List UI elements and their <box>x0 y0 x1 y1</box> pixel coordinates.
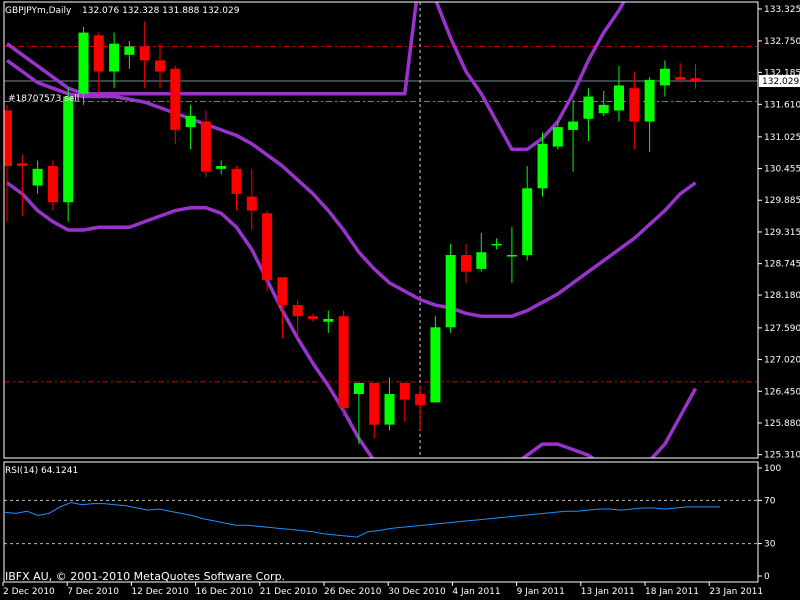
candle-body[interactable] <box>109 43 120 72</box>
time-tick-label: 23 Jan 2011 <box>709 587 763 597</box>
candle-body[interactable] <box>399 382 410 400</box>
price-tick-label: 129.885 <box>764 196 800 206</box>
rsi-tick-label: 70 <box>764 496 776 506</box>
candle-body[interactable] <box>246 196 257 211</box>
candle-body[interactable] <box>522 188 533 256</box>
rsi-line <box>4 502 720 538</box>
time-tick-label: 2 Dec 2010 <box>3 587 55 597</box>
candle-body[interactable] <box>568 121 579 130</box>
time-tick-label: 9 Jan 2011 <box>517 587 565 597</box>
candle-body[interactable] <box>63 96 74 203</box>
price-tick-label: 125.310 <box>764 451 800 461</box>
time-tick-label: 21 Dec 2010 <box>260 587 318 597</box>
price-tick-label: 128.745 <box>764 260 800 270</box>
price-tick-label: 132.750 <box>764 37 800 47</box>
ohlc-readout: 132.076 132.328 131.888 132.029 <box>82 6 240 16</box>
candle-body[interactable] <box>644 79 655 122</box>
candle-body[interactable] <box>262 213 273 281</box>
price-tick-label: 126.450 <box>764 387 800 397</box>
bollinger-upper-line <box>5 2 626 152</box>
current-price-label: 132.029 <box>762 77 799 87</box>
rsi-panel-frame <box>3 461 759 583</box>
price-tick-label: 130.455 <box>764 165 800 175</box>
candle-body[interactable] <box>231 168 242 194</box>
candle-body[interactable] <box>338 316 349 408</box>
candle-body[interactable] <box>277 277 288 306</box>
price-chart[interactable]: 133.325132.750132.185131.610131.025130.4… <box>0 0 800 600</box>
candle-body[interactable] <box>139 46 150 61</box>
time-tick-label: 13 Jan 2011 <box>581 587 635 597</box>
candle-body[interactable] <box>200 121 211 172</box>
candle-body[interactable] <box>369 382 380 425</box>
price-tick-label: 127.020 <box>764 356 800 366</box>
price-tick-label: 129.315 <box>764 228 800 238</box>
main-price-panel[interactable] <box>2 0 758 590</box>
chart-title: GBPJPYm,Daily <box>5 6 72 16</box>
price-tick-label: 133.325 <box>764 5 800 15</box>
candle-body[interactable] <box>415 394 426 406</box>
candle-body[interactable] <box>32 168 43 186</box>
time-tick-label: 16 Dec 2010 <box>196 587 254 597</box>
candle-body[interactable] <box>292 305 303 317</box>
candle-body[interactable] <box>552 127 563 147</box>
candle-body[interactable] <box>506 255 517 257</box>
candle-body[interactable] <box>185 116 196 128</box>
candle-body[interactable] <box>124 46 135 55</box>
candle-body[interactable] <box>47 166 58 203</box>
candle-body[interactable] <box>659 68 670 86</box>
candle-body[interactable] <box>629 88 640 122</box>
candle-body[interactable] <box>155 60 165 72</box>
candle-body[interactable] <box>690 78 701 81</box>
time-tick-label: 7 Dec 2010 <box>67 587 119 597</box>
candle-body[interactable] <box>476 252 487 269</box>
candle-body[interactable] <box>614 85 624 111</box>
candle-body[interactable] <box>93 35 104 72</box>
candle-body[interactable] <box>445 255 456 328</box>
price-tick-label: 128.180 <box>764 291 800 301</box>
time-tick-label: 30 Dec 2010 <box>388 587 446 597</box>
price-tick-label: 127.590 <box>764 324 800 334</box>
time-tick-label: 12 Dec 2010 <box>131 587 189 597</box>
rsi-tick-label: 0 <box>764 572 770 582</box>
candle-body[interactable] <box>170 68 181 130</box>
candle-body[interactable] <box>430 327 441 403</box>
rsi-panel[interactable] <box>4 499 758 545</box>
candle-body[interactable] <box>17 163 28 167</box>
candle-body[interactable] <box>384 394 395 425</box>
price-tick-label: 131.610 <box>764 100 800 110</box>
candle-body[interactable] <box>353 382 364 395</box>
candle-body[interactable] <box>491 243 502 246</box>
candle-body[interactable] <box>308 316 318 319</box>
rsi-tick-label: 100 <box>764 464 781 474</box>
time-tick-label: 18 Jan 2011 <box>645 587 699 597</box>
candle-body[interactable] <box>537 143 548 189</box>
candle-body[interactable] <box>216 166 227 169</box>
candle-body[interactable] <box>461 255 471 272</box>
candle-body[interactable] <box>583 96 594 119</box>
price-tick-label: 131.025 <box>764 133 800 143</box>
bollinger-lower-line <box>5 181 698 458</box>
time-tick-label: 26 Dec 2010 <box>324 587 382 597</box>
candle-body[interactable] <box>675 77 686 80</box>
rsi-title: RSI(14) 64.1241 <box>5 466 78 476</box>
order-label: #18707573 sell <box>8 94 79 104</box>
candle-body[interactable] <box>78 32 89 94</box>
rsi-tick-label: 30 <box>764 540 776 550</box>
candle-body[interactable] <box>598 104 609 114</box>
candle-body[interactable] <box>323 318 334 322</box>
time-tick-label: 4 Jan 2011 <box>452 587 500 597</box>
copyright-text: IBFX AU, © 2001-2010 MetaQuotes Software… <box>5 570 285 583</box>
price-tick-label: 125.880 <box>764 419 800 429</box>
